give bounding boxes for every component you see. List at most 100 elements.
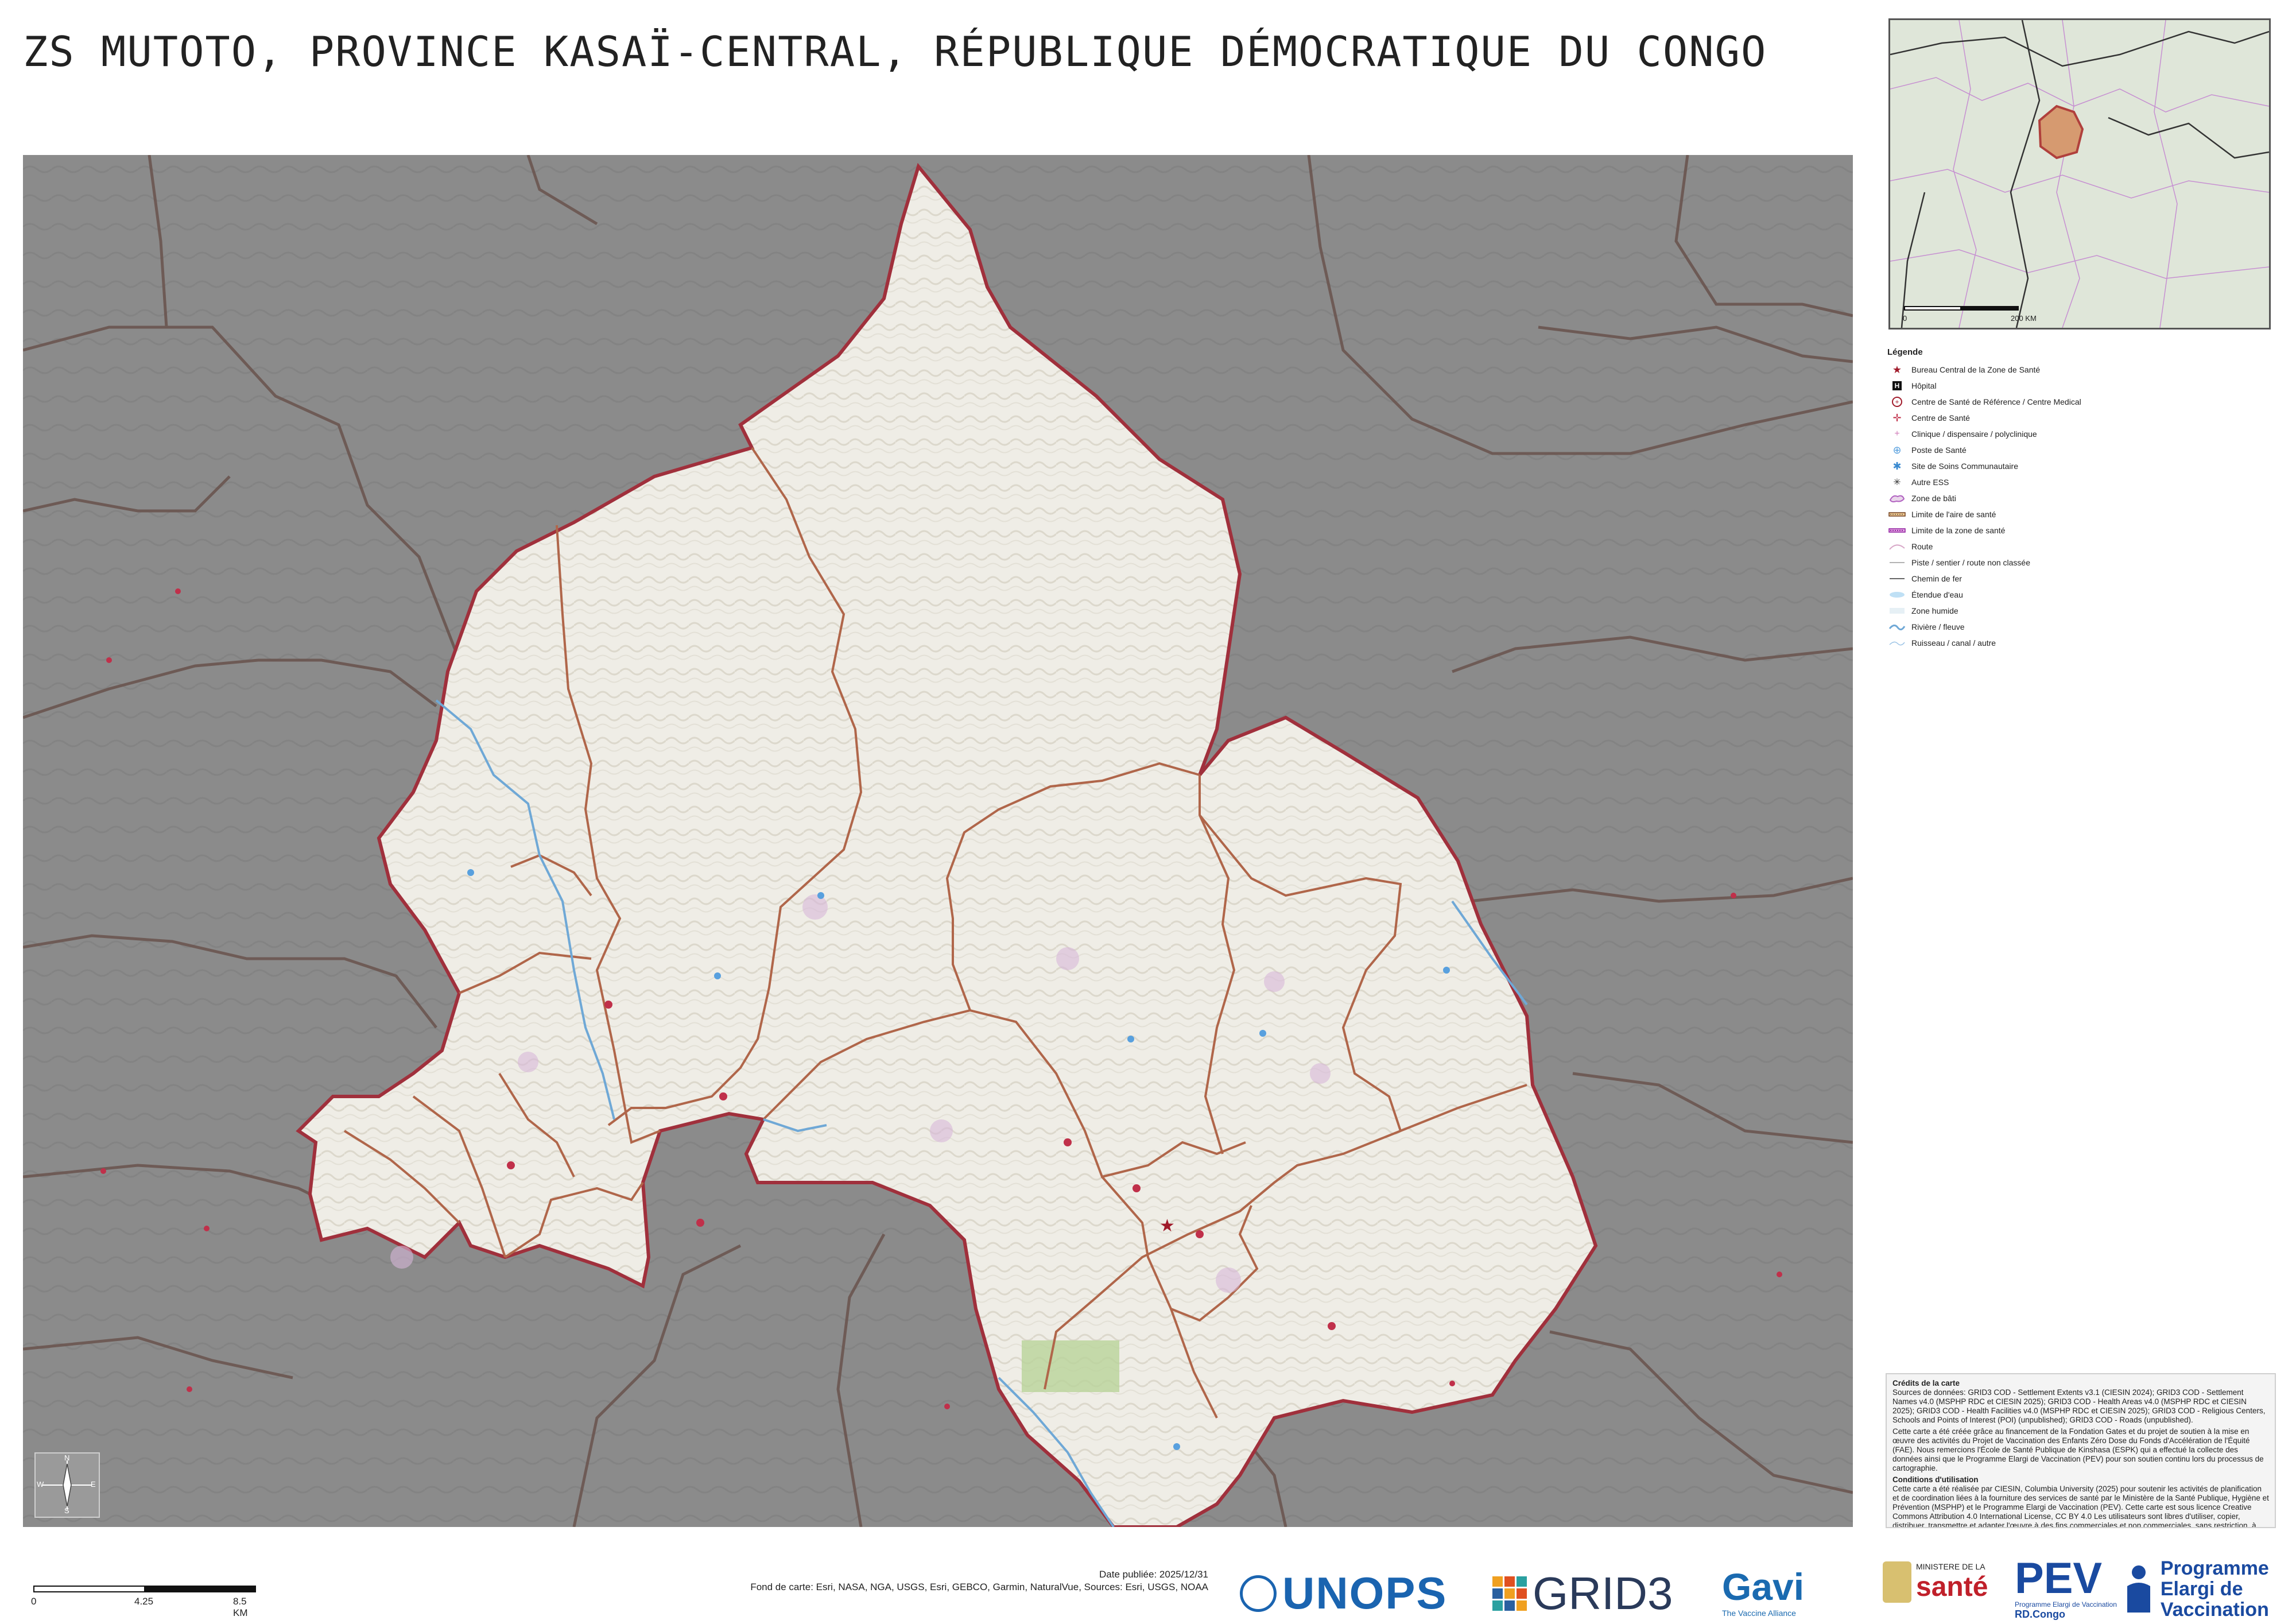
legend-item: + Clinique / dispensaire / polyclinique [1887,426,2278,442]
legend-label: Limite de la zone de santé [1911,526,2006,535]
legend-label: Piste / sentier / route non classée [1911,558,2030,567]
gavi-sub: The Vaccine Alliance [1722,1609,1796,1618]
family-icon [2122,1563,2156,1615]
community-site-icon: ✱ [1892,460,1902,472]
pev-right3: Vaccination [2160,1598,2269,1621]
legend-item: Route [1887,538,2278,555]
health-zone-boundary-icon [1887,525,1907,536]
legend-item: Ruisseau / canal / autre [1887,635,2278,651]
ministry-top: MINISTERE DE LA [1916,1561,1985,1571]
legend-label: Rivière / fleuve [1911,622,1965,631]
pev-logo: PEV Programme Elargi de Vaccination RD.C… [2015,1557,2269,1621]
unops-text: UNOPS [1282,1568,1448,1618]
inset-scale-end: 200 KM [2011,314,2037,323]
basemap-credit: Fond de carte: Esri, NASA, NGA, USGS, Es… [750,1582,1208,1592]
star-icon: ★ [1892,363,1902,375]
compass-s: S [64,1506,69,1515]
legend: Légende ★ Bureau Central de la Zone de S… [1887,347,2278,651]
credits-sources: Sources de données: GRID3 COD - Settleme… [1892,1388,2266,1424]
wetland-icon [1887,605,1907,617]
legend-item: Zone de bâti [1887,490,2278,506]
unops-logo: UNOPS [1240,1567,1447,1619]
compass-w: W [37,1480,44,1489]
legend-item: Étendue d'eau [1887,587,2278,603]
legend-label: Poste de Santé [1911,445,1967,455]
legend-label: Route [1911,542,1933,551]
legend-label: Limite de l'aire de santé [1911,510,1996,519]
publication-info: Date publiée: 2025/12/31 Fond de carte: … [750,1568,1208,1594]
pev-right1: Programme [2160,1557,2269,1579]
pev-sub2: RD.Congo [2015,1609,2065,1620]
legend-item: ⊕ Poste de Santé [1887,442,2278,458]
scale-bar: 0 4.25 8.5 KM [31,1586,257,1618]
conditions-text: Cette carte a été réalisée par CIESIN, C… [1892,1485,2269,1528]
compass-rose-icon: N S E W [34,1452,100,1518]
builtup-icon [1887,493,1907,504]
health-area-boundary-icon [1887,509,1907,520]
clinic-icon: + [1894,429,1900,439]
credits-funding: Cette carte a été créée grâce au finance… [1892,1427,2264,1472]
publication-date: Date publiée: 2025/12/31 [1099,1569,1208,1580]
legend-label: Chemin de fer [1911,574,1962,583]
inset-map-canvas [1890,20,2269,328]
legend-item: Limite de l'aire de santé [1887,506,2278,522]
legend-label: Zone humide [1911,606,1958,615]
bcz-star-icon: ★ [1159,1216,1175,1235]
legend-item: ✱ Site de Soins Communautaire [1887,458,2278,474]
pev-right2: Elargi de [2160,1578,2243,1600]
scale-label-0: 0 [31,1596,37,1607]
grid3-logo: GRID3 [1492,1567,1673,1620]
partner-logos: UNOPS GRID3 Gavi The Vaccine Alliance MI… [1240,1544,2285,1621]
wetland-area [1022,1340,1119,1392]
pev-text: PEV [2015,1554,2103,1603]
stream-icon [1887,637,1907,649]
un-globe-icon [1240,1575,1277,1612]
main-map-canvas: ★ [23,155,1853,1527]
conditions-heading: Conditions d'utilisation [1892,1475,1979,1484]
inset-map[interactable]: 0 200 KM [1888,18,2271,330]
coat-of-arms-icon [1883,1561,1911,1603]
legend-label: Ruisseau / canal / autre [1911,638,1996,648]
gavi-text: Gavi [1722,1565,1805,1608]
legend-item: Zone humide [1887,603,2278,619]
main-map[interactable]: ★ [23,155,1853,1527]
scale-label-end: 8.5 KM [233,1596,248,1618]
river-icon [1887,621,1907,633]
inset-zone-highlight [2038,104,2084,160]
reference-center-icon: + [1887,396,1907,408]
compass-e: E [91,1480,96,1489]
road-icon [1887,541,1907,552]
legend-label: Bureau Central de la Zone de Santé [1911,365,2041,374]
ministry-logo: MINISTERE DE LA santé [1883,1561,1988,1603]
railway-icon [1887,573,1907,584]
legend-label: Clinique / dispensaire / polyclinique [1911,429,2037,439]
waterbody-icon [1887,589,1907,600]
legend-item: Rivière / fleuve [1887,619,2278,635]
legend-item: ★ Bureau Central de la Zone de Santé [1887,362,2278,378]
legend-label: Centre de Santé de Référence / Centre Me… [1911,397,2081,406]
legend-title: Légende [1887,347,1923,357]
credits-heading: Crédits de la carte [1892,1379,1960,1387]
health-center-icon: ✛ [1892,412,1902,424]
map-title: ZS MUTOTO, PROVINCE KASAÏ-CENTRAL, RÉPUB… [23,28,1767,76]
legend-item: ✛ Centre de Santé [1887,410,2278,426]
legend-label: Site de Soins Communautaire [1911,462,2018,471]
legend-item: Piste / sentier / route non classée [1887,555,2278,571]
compass-n: N [64,1454,70,1462]
grid3-text: GRID3 [1533,1568,1673,1619]
ministry-main: santé [1916,1571,1988,1602]
hospital-icon: H [1887,380,1907,392]
grid3-mark-icon [1492,1576,1527,1611]
track-icon [1887,557,1907,568]
health-post-icon: ⊕ [1892,444,1902,456]
scale-label-mid: 4.25 [134,1596,154,1607]
legend-item: Chemin de fer [1887,571,2278,587]
legend-label: Zone de bâti [1911,494,1956,503]
legend-item: ✳ Autre ESS [1887,474,2278,490]
legend-label: Centre de Santé [1911,413,1970,423]
legend-label: Étendue d'eau [1911,590,1963,599]
other-facility-icon: ✳ [1893,478,1901,487]
gavi-logo: Gavi The Vaccine Alliance [1722,1565,1804,1618]
map-credits: Crédits de la carte Sources de données: … [1886,1373,2276,1528]
pev-sub1: Programme Elargi de Vaccination [2015,1600,2117,1609]
